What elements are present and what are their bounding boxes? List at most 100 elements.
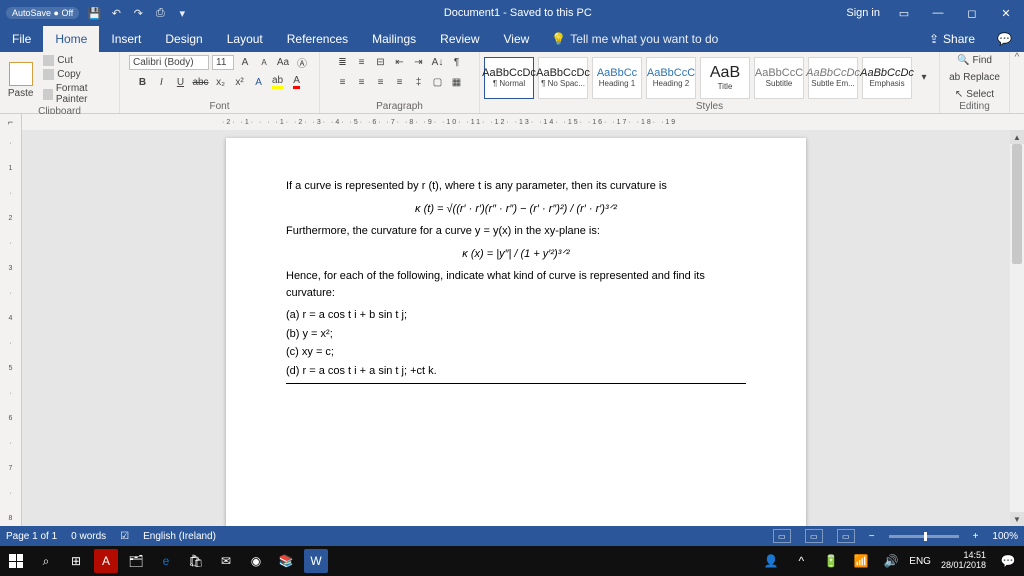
tab-home[interactable]: Home — [43, 26, 99, 52]
scroll-thumb[interactable] — [1012, 144, 1022, 264]
share-button[interactable]: ⇪ Share — [919, 26, 985, 52]
styles-more-button[interactable]: ▾ — [916, 70, 932, 86]
scroll-up-button[interactable]: ▲ — [1010, 130, 1024, 144]
undo-icon[interactable]: ↶ — [109, 6, 123, 20]
vertical-scrollbar[interactable]: ▲ ▼ — [1010, 130, 1024, 526]
multilevel-button[interactable]: ⊟ — [373, 54, 389, 70]
autosave-toggle[interactable]: AutoSave ● Off — [6, 7, 79, 19]
line-spacing-button[interactable]: ‡ — [411, 74, 427, 90]
shading-button[interactable]: ▢ — [430, 74, 446, 90]
people-icon[interactable]: 👤 — [759, 549, 783, 573]
close-button[interactable]: ✕ — [996, 7, 1016, 20]
tab-layout[interactable]: Layout — [215, 26, 275, 52]
change-case-button[interactable]: Aa — [275, 54, 291, 70]
strike-button[interactable]: abc — [191, 74, 209, 90]
show-marks-button[interactable]: ¶ — [449, 54, 465, 70]
tab-mailings[interactable]: Mailings — [360, 26, 428, 52]
status-words[interactable]: 0 words — [71, 531, 106, 542]
redo-icon[interactable]: ↷ — [131, 6, 145, 20]
shrink-font-button[interactable]: A — [256, 54, 272, 70]
style-emphasis[interactable]: AaBbCcDcEmphasis — [862, 57, 912, 99]
font-color-button[interactable]: A — [289, 74, 305, 90]
font-size-select[interactable]: 11 — [212, 55, 234, 70]
maximize-button[interactable]: ◻ — [962, 7, 982, 20]
style-subtle-em[interactable]: AaBbCcDcSubtle Em... — [808, 57, 858, 99]
taskbar-app-store[interactable]: 🛍 — [184, 549, 208, 573]
notifications-icon[interactable]: 💬 — [996, 549, 1020, 573]
subscript-button[interactable]: x₂ — [213, 74, 229, 90]
numbering-button[interactable]: ≡ — [354, 54, 370, 70]
status-language[interactable]: English (Ireland) — [143, 531, 216, 542]
sort-button[interactable]: A↓ — [430, 54, 446, 70]
quickprint-icon[interactable]: ⎙ — [153, 6, 167, 20]
align-left-button[interactable]: ≡ — [335, 74, 351, 90]
save-icon[interactable]: 💾 — [87, 6, 101, 20]
status-page[interactable]: Page 1 of 1 — [6, 531, 57, 542]
vertical-ruler[interactable]: ·1·2·3·4·5·6·7·8·9 — [0, 130, 22, 526]
increase-indent-button[interactable]: ⇥ — [411, 54, 427, 70]
copy-button[interactable]: Copy — [41, 68, 115, 81]
styles-gallery[interactable]: AaBbCcDc¶ Normal AaBbCcDc¶ No Spac... Aa… — [484, 54, 935, 101]
tell-me-search[interactable]: 💡 Tell me what you want to do — [541, 26, 728, 52]
taskbar-app-chrome[interactable]: ◉ — [244, 549, 268, 573]
style-no-spacing[interactable]: AaBbCcDc¶ No Spac... — [538, 57, 588, 99]
zoom-level[interactable]: 100% — [992, 531, 1018, 542]
italic-button[interactable]: I — [153, 74, 169, 90]
superscript-button[interactable]: x² — [232, 74, 248, 90]
find-button[interactable]: 🔍Find — [955, 54, 994, 67]
highlight-button[interactable]: ab — [270, 74, 286, 90]
format-painter-button[interactable]: Format Painter — [41, 82, 115, 106]
taskbar-app-explorer[interactable]: 🗂 — [124, 549, 148, 573]
grow-font-button[interactable]: A — [237, 54, 253, 70]
font-name-select[interactable]: Calibri (Body) — [129, 55, 209, 70]
minimize-button[interactable]: — — [928, 7, 948, 19]
zoom-slider[interactable] — [889, 535, 959, 538]
clear-format-button[interactable]: Ⓐ — [294, 54, 310, 70]
select-button[interactable]: ↖Select — [953, 88, 996, 101]
taskbar-clock[interactable]: 14:51 28/01/2018 — [937, 551, 990, 571]
taskbar-app-word[interactable]: W — [304, 549, 328, 573]
paste-button[interactable]: Paste — [4, 62, 37, 99]
tab-file[interactable]: File — [0, 26, 43, 52]
view-read-button[interactable]: ▭ — [773, 529, 791, 543]
customize-qat-icon[interactable]: ▾ — [175, 6, 189, 20]
battery-icon[interactable]: 🔋 — [819, 549, 843, 573]
document-page[interactable]: If a curve is represented by r (t), wher… — [226, 138, 806, 526]
tab-insert[interactable]: Insert — [99, 26, 153, 52]
task-view-icon[interactable]: ⊞ — [64, 549, 88, 573]
comments-icon[interactable]: 💬 — [985, 26, 1024, 52]
volume-icon[interactable]: 🔊 — [879, 549, 903, 573]
decrease-indent-button[interactable]: ⇤ — [392, 54, 408, 70]
sign-in-link[interactable]: Sign in — [846, 7, 880, 19]
align-right-button[interactable]: ≡ — [373, 74, 389, 90]
borders-button[interactable]: ▦ — [449, 74, 465, 90]
tray-up-icon[interactable]: ^ — [789, 549, 813, 573]
underline-button[interactable]: U — [172, 74, 188, 90]
taskbar-app-adobe[interactable]: A — [94, 549, 118, 573]
view-web-button[interactable]: ▭ — [837, 529, 855, 543]
spellcheck-icon[interactable]: ☑ — [120, 531, 129, 542]
style-heading2[interactable]: AaBbCcCHeading 2 — [646, 57, 696, 99]
tab-view[interactable]: View — [492, 26, 542, 52]
justify-button[interactable]: ≡ — [392, 74, 408, 90]
zoom-out-button[interactable]: − — [869, 531, 875, 542]
horizontal-ruler[interactable]: ·2· ·1· · · ·1· ·2· ·3· ·4· ·5· ·6· ·7· … — [22, 114, 1024, 130]
text-effects-button[interactable]: A — [251, 74, 267, 90]
align-center-button[interactable]: ≡ — [354, 74, 370, 90]
scroll-down-button[interactable]: ▼ — [1010, 512, 1024, 526]
zoom-in-button[interactable]: + — [973, 531, 979, 542]
style-heading1[interactable]: AaBbCcHeading 1 — [592, 57, 642, 99]
taskbar-app-edge[interactable]: e — [154, 549, 178, 573]
taskbar-app-winrar[interactable]: 📚 — [274, 549, 298, 573]
ribbon-display-icon[interactable]: ▭ — [894, 7, 914, 20]
cut-button[interactable]: Cut — [41, 54, 115, 67]
taskbar-app-mail[interactable]: ✉ — [214, 549, 238, 573]
replace-button[interactable]: abReplace — [947, 71, 1002, 84]
tab-review[interactable]: Review — [428, 26, 491, 52]
style-normal[interactable]: AaBbCcDc¶ Normal — [484, 57, 534, 99]
view-print-button[interactable]: ▭ — [805, 529, 823, 543]
bullets-button[interactable]: ≣ — [335, 54, 351, 70]
tab-design[interactable]: Design — [153, 26, 214, 52]
bold-button[interactable]: B — [134, 74, 150, 90]
wifi-icon[interactable]: 📶 — [849, 549, 873, 573]
